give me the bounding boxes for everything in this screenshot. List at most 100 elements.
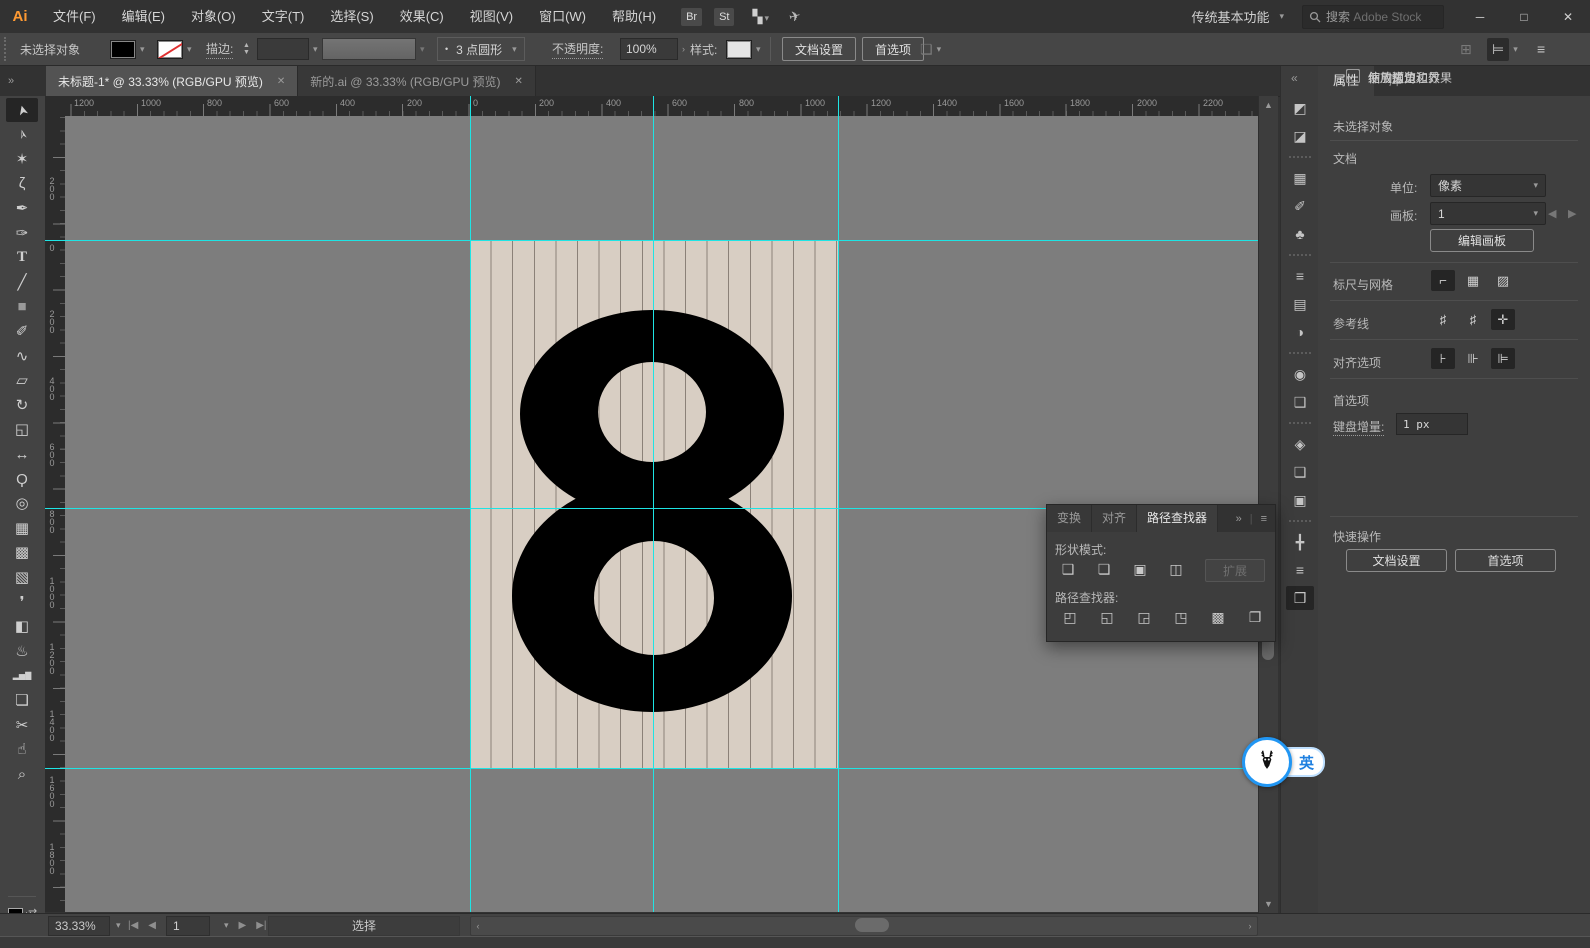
scroll-right-icon[interactable]: › [1245, 921, 1255, 931]
stroke-color-swatch[interactable]: ▾ [157, 33, 192, 65]
color-panel-icon[interactable]: ◩ [1286, 96, 1314, 120]
intersect-icon[interactable]: ▣ [1127, 558, 1153, 580]
show-rulers-icon[interactable]: ⌐ [1431, 270, 1455, 291]
show-guides-icon[interactable]: ♯ [1431, 309, 1455, 330]
document-tab-untitled[interactable]: 未标题-1* @ 33.33% (RGB/GPU 预览) ✕ [46, 66, 299, 96]
snap-to-pixel-icon[interactable]: ⊫ [1491, 348, 1515, 369]
eraser-tool[interactable]: ▱ [6, 369, 38, 393]
menu-item[interactable]: 窗口(W) [526, 0, 599, 33]
dock-expand-icon[interactable]: « [1291, 71, 1298, 85]
color-guide-panel-icon[interactable]: ◪ [1286, 124, 1314, 148]
tab-close-icon[interactable]: ✕ [515, 76, 523, 87]
align-glyphs-icon[interactable]: ⊨ ▾ [1487, 33, 1518, 65]
close-button[interactable]: ✕ [1546, 0, 1590, 33]
shaper-tool[interactable]: ∿ [6, 344, 38, 368]
line-segment-tool[interactable]: ╱ [6, 270, 38, 294]
guide[interactable] [470, 116, 471, 912]
ruler-origin-corner[interactable] [45, 96, 66, 117]
zoom-tool[interactable]: ⌕ [6, 762, 38, 786]
magic-wand-tool[interactable]: ✶ [6, 147, 38, 171]
minus-front-icon[interactable]: ❏ [1091, 558, 1117, 580]
swatches-panel-icon[interactable]: ▦ [1286, 156, 1314, 190]
artboard-tool[interactable]: ❏ [6, 688, 38, 712]
gradient-panel-icon[interactable]: ▤ [1286, 292, 1314, 316]
show-grid-icon[interactable]: ▦ [1461, 270, 1485, 291]
horizontal-scrollbar[interactable]: ‹ › [470, 916, 1258, 936]
control-bar-grip[interactable] [4, 37, 12, 61]
paintbrush-tool[interactable]: ✐ [6, 319, 38, 343]
current-tool-indicator[interactable]: 选择 ▶ [268, 914, 478, 937]
type-tool[interactable]: T [6, 246, 38, 270]
smart-guides-icon[interactable]: ✛ [1491, 309, 1515, 330]
first-artboard-icon[interactable]: |◀ [128, 920, 138, 931]
curvature-tool[interactable]: ✑ [6, 221, 38, 245]
minimize-button[interactable]: ─ [1458, 0, 1502, 33]
snap-to-grid-icon[interactable]: ⊪ [1461, 348, 1485, 369]
symbol-sprayer-tool[interactable]: ♨ [6, 639, 38, 663]
symbols-panel-icon[interactable]: ♣ [1286, 222, 1314, 246]
fill-color-swatch[interactable]: ▾ [110, 33, 145, 65]
scroll-left-icon[interactable]: ‹ [473, 921, 483, 931]
scale-tool[interactable]: ◱ [6, 418, 38, 442]
eyedropper-tool[interactable]: ❜ [6, 590, 38, 614]
trim-icon[interactable]: ◱ [1094, 606, 1120, 628]
pathfinder-panel-icon[interactable]: ❒ [1286, 586, 1314, 610]
quick-preferences-button[interactable]: 首选项 [1455, 549, 1556, 572]
workspace-caret-icon[interactable]: ▾ [1279, 11, 1284, 22]
perspective-grid-tool[interactable]: ▦ [6, 516, 38, 540]
direct-selection-tool[interactable]: ➢ [6, 123, 38, 147]
snap-to-point-icon[interactable]: ⊦ [1431, 348, 1455, 369]
unite-icon[interactable]: ❑ [1055, 558, 1081, 580]
artboard[interactable] [470, 240, 838, 768]
scroll-up-icon[interactable]: ▲ [1259, 100, 1278, 110]
stock-badge[interactable]: St [714, 7, 735, 26]
prev-artboard-icon[interactable]: ◀ [1548, 207, 1556, 220]
appearance-panel-icon[interactable]: ◉ [1286, 352, 1314, 386]
mesh-tool[interactable]: ▩ [6, 541, 38, 565]
puppet-warp-tool[interactable]: Ϙ [6, 467, 38, 491]
ime-logo[interactable] [1242, 737, 1292, 787]
menu-item[interactable]: 对象(O) [178, 0, 249, 33]
ime-indicator[interactable]: 英 [1242, 737, 1326, 787]
quick-document-setup-button[interactable]: 文档设置 [1346, 549, 1447, 572]
transform-panel-icon[interactable]: ╋ [1286, 520, 1314, 554]
menu-item[interactable]: 选择(S) [317, 0, 386, 33]
arrange-documents-icon[interactable]: ▚ ▾ [752, 9, 768, 25]
width-profile-select[interactable]: • 3 点圆形 ▾ [437, 33, 525, 65]
units-select[interactable]: 像素 ▾ [1430, 174, 1546, 197]
lock-guides-icon[interactable]: ♯ [1461, 309, 1485, 330]
panel-collapse-icon[interactable]: » [1236, 513, 1242, 525]
stroke-weight-label[interactable]: 描边: [206, 33, 234, 65]
guide[interactable] [653, 116, 654, 912]
transparency-panel-icon[interactable]: ◑ [1286, 320, 1314, 344]
share-icon[interactable]: ✈ [787, 7, 803, 26]
keyboard-increment-input[interactable]: 1 px [1396, 413, 1468, 435]
search-input[interactable]: 搜索 Adobe Stock [1302, 4, 1444, 29]
artboard-select[interactable]: 1 ▾ [1430, 202, 1546, 225]
rectangle-tool[interactable]: ■ [6, 295, 38, 319]
menu-item[interactable]: 编辑(E) [109, 0, 178, 33]
workspace-switcher[interactable]: 传统基本功能 [1191, 7, 1269, 26]
crop-icon[interactable]: ◳ [1168, 606, 1194, 628]
column-graph-tool[interactable]: ▂▅▇ [6, 664, 38, 688]
merge-icon[interactable]: ◲ [1131, 606, 1157, 628]
digit-8-artwork[interactable] [470, 240, 838, 768]
menu-item[interactable]: 效果(C) [387, 0, 457, 33]
zoom-level-select[interactable]: 33.33% ▾ [48, 914, 121, 937]
all-tools-grid-icon[interactable]: ⊞ [1460, 33, 1472, 65]
stroke-weight-select[interactable]: ▾ [257, 33, 318, 65]
brush-definition-select[interactable]: ▾ [322, 33, 425, 65]
expand-button[interactable]: 扩展 [1205, 559, 1265, 582]
next-artboard-icon[interactable]: ▶ [1568, 207, 1576, 220]
document-setup-button[interactable]: 文档设置 [782, 33, 857, 65]
show-transparency-grid-icon[interactable]: ▨ [1491, 270, 1515, 291]
vertical-ruler[interactable]: 200 0 200 400 600 800 1000 1200 1400 1600 1800 [45, 116, 66, 912]
stroke-panel-icon[interactable]: ≡ [1286, 254, 1314, 288]
exclude-icon[interactable]: ◫ [1163, 558, 1189, 580]
horizontal-scroll-thumb[interactable] [855, 918, 889, 932]
artboard-number-select[interactable]: 1 [166, 915, 210, 936]
pen-tool[interactable]: ✒ [6, 196, 38, 220]
checkbox[interactable] [1346, 69, 1360, 83]
tab-transform[interactable]: 变换 [1047, 505, 1093, 532]
artboards-panel-icon[interactable]: ❏ [1286, 460, 1314, 484]
